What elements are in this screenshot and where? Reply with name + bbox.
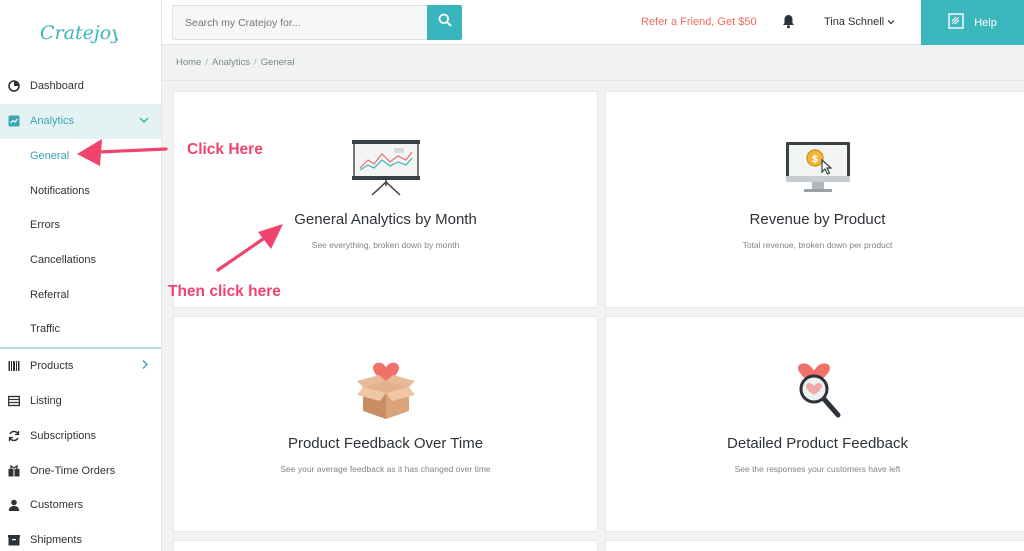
barcode-icon: [8, 360, 20, 372]
sidebar-item-customers[interactable]: Customers: [0, 488, 161, 523]
chevron-down-icon: [887, 16, 895, 28]
analytics-icon: [8, 115, 20, 127]
card-product-feedback-over-time[interactable]: Product Feedback Over Time See your aver…: [173, 316, 598, 532]
search-icon: [438, 13, 452, 32]
top-bar: Refer a Friend, Get $50 Tina Schnell Hel…: [162, 0, 1024, 45]
help-icon: [948, 13, 964, 32]
sidebar-item-label: Dashboard: [30, 80, 84, 93]
sidebar-item-label: Analytics: [30, 115, 75, 128]
breadcrumb-divider: [162, 80, 1024, 81]
breadcrumb: Home / Analytics / General: [176, 57, 294, 68]
sidebar-subitem-cancellations[interactable]: Cancellations: [0, 243, 161, 278]
sidebar-subitem-errors[interactable]: Errors: [0, 208, 161, 243]
breadcrumb-general: General: [260, 57, 295, 68]
heart-magnifier-icon: [792, 363, 844, 428]
breadcrumb-separator: /: [205, 57, 208, 68]
card-partial[interactable]: [173, 540, 598, 551]
sidebar-item-label: One-Time Orders: [30, 464, 116, 477]
card-title: Detailed Product Feedback: [727, 435, 908, 452]
sidebar-subitem-general[interactable]: General: [0, 139, 161, 174]
svg-text:$: $: [811, 154, 818, 165]
card-partial[interactable]: [605, 540, 1024, 551]
logo-text: Cratejoy: [40, 22, 118, 44]
user-name: Tina Schnell: [824, 16, 885, 28]
dashboard-icon: [8, 80, 20, 93]
search-bar: [172, 5, 462, 40]
card-detailed-product-feedback[interactable]: Detailed Product Feedback See the respon…: [605, 316, 1024, 532]
annotation-click-here: Click Here: [187, 141, 263, 158]
chevron-down-icon: [139, 115, 149, 127]
cratejoy-logo[interactable]: Cratejoy: [38, 14, 122, 50]
card-revenue-by-product[interactable]: $ Revenue by Product Total revenue, brok…: [605, 91, 1024, 308]
user-menu[interactable]: Tina Schnell: [824, 16, 895, 28]
help-label: Help: [974, 16, 997, 29]
sidebar-subitem-referral[interactable]: Referral: [0, 277, 161, 312]
presentation-board-icon: [350, 138, 422, 201]
sidebar-item-shipments[interactable]: Shipments: [0, 523, 161, 551]
sidebar-item-products[interactable]: Products: [0, 349, 161, 384]
sidebar: Cratejoy Dashboard Analytics General Not…: [0, 0, 162, 551]
refresh-icon: [8, 430, 20, 442]
breadcrumb-home[interactable]: Home: [176, 57, 201, 68]
card-subtitle: Total revenue, broken down per product: [742, 240, 893, 250]
card-title: Product Feedback Over Time: [287, 435, 484, 452]
help-button[interactable]: Help: [921, 0, 1024, 45]
sidebar-item-label: Listing: [30, 394, 62, 407]
sidebar-item-label: Customers: [30, 499, 84, 512]
sidebar-item-label: Products: [30, 360, 74, 373]
search-button[interactable]: [427, 5, 462, 40]
sidebar-item-analytics[interactable]: Analytics: [0, 103, 161, 139]
refer-a-friend-link[interactable]: Refer a Friend, Get $50: [641, 16, 757, 28]
bell-icon[interactable]: [782, 14, 795, 34]
breadcrumb-separator: /: [254, 57, 257, 68]
listing-icon: [8, 395, 20, 407]
sidebar-nav: Dashboard Analytics General Notification…: [0, 69, 161, 551]
sidebar-subitem-traffic[interactable]: Traffic: [0, 312, 161, 347]
sidebar-subitem-notifications[interactable]: Notifications: [0, 173, 161, 208]
heart-box-icon: [355, 361, 417, 426]
chevron-right-icon: [141, 360, 149, 373]
sidebar-item-dashboard[interactable]: Dashboard: [0, 69, 161, 104]
user-icon: [8, 499, 20, 512]
sidebar-item-label: Subscriptions: [30, 429, 97, 442]
sidebar-item-listing[interactable]: Listing: [0, 384, 161, 419]
breadcrumb-analytics[interactable]: Analytics: [212, 57, 250, 68]
monitor-coin-icon: $: [784, 140, 852, 201]
gift-box-icon: [8, 464, 20, 477]
sidebar-item-subscriptions[interactable]: Subscriptions: [0, 418, 161, 453]
card-subtitle: See the responses your customers have le…: [734, 464, 901, 474]
card-title: Revenue by Product: [749, 211, 886, 228]
card-subtitle: See your average feedback as it has chan…: [280, 464, 491, 474]
search-input[interactable]: [172, 5, 427, 40]
sidebar-item-label: Shipments: [30, 534, 82, 547]
sidebar-item-one-time-orders[interactable]: One-Time Orders: [0, 453, 161, 488]
box-icon: [8, 534, 20, 546]
card-subtitle: See everything, broken down by month: [311, 240, 460, 250]
card-general-analytics-by-month[interactable]: General Analytics by Month See everythin…: [173, 91, 598, 308]
card-title: General Analytics by Month: [294, 211, 477, 228]
annotation-then-click-here: Then click here: [168, 283, 281, 300]
